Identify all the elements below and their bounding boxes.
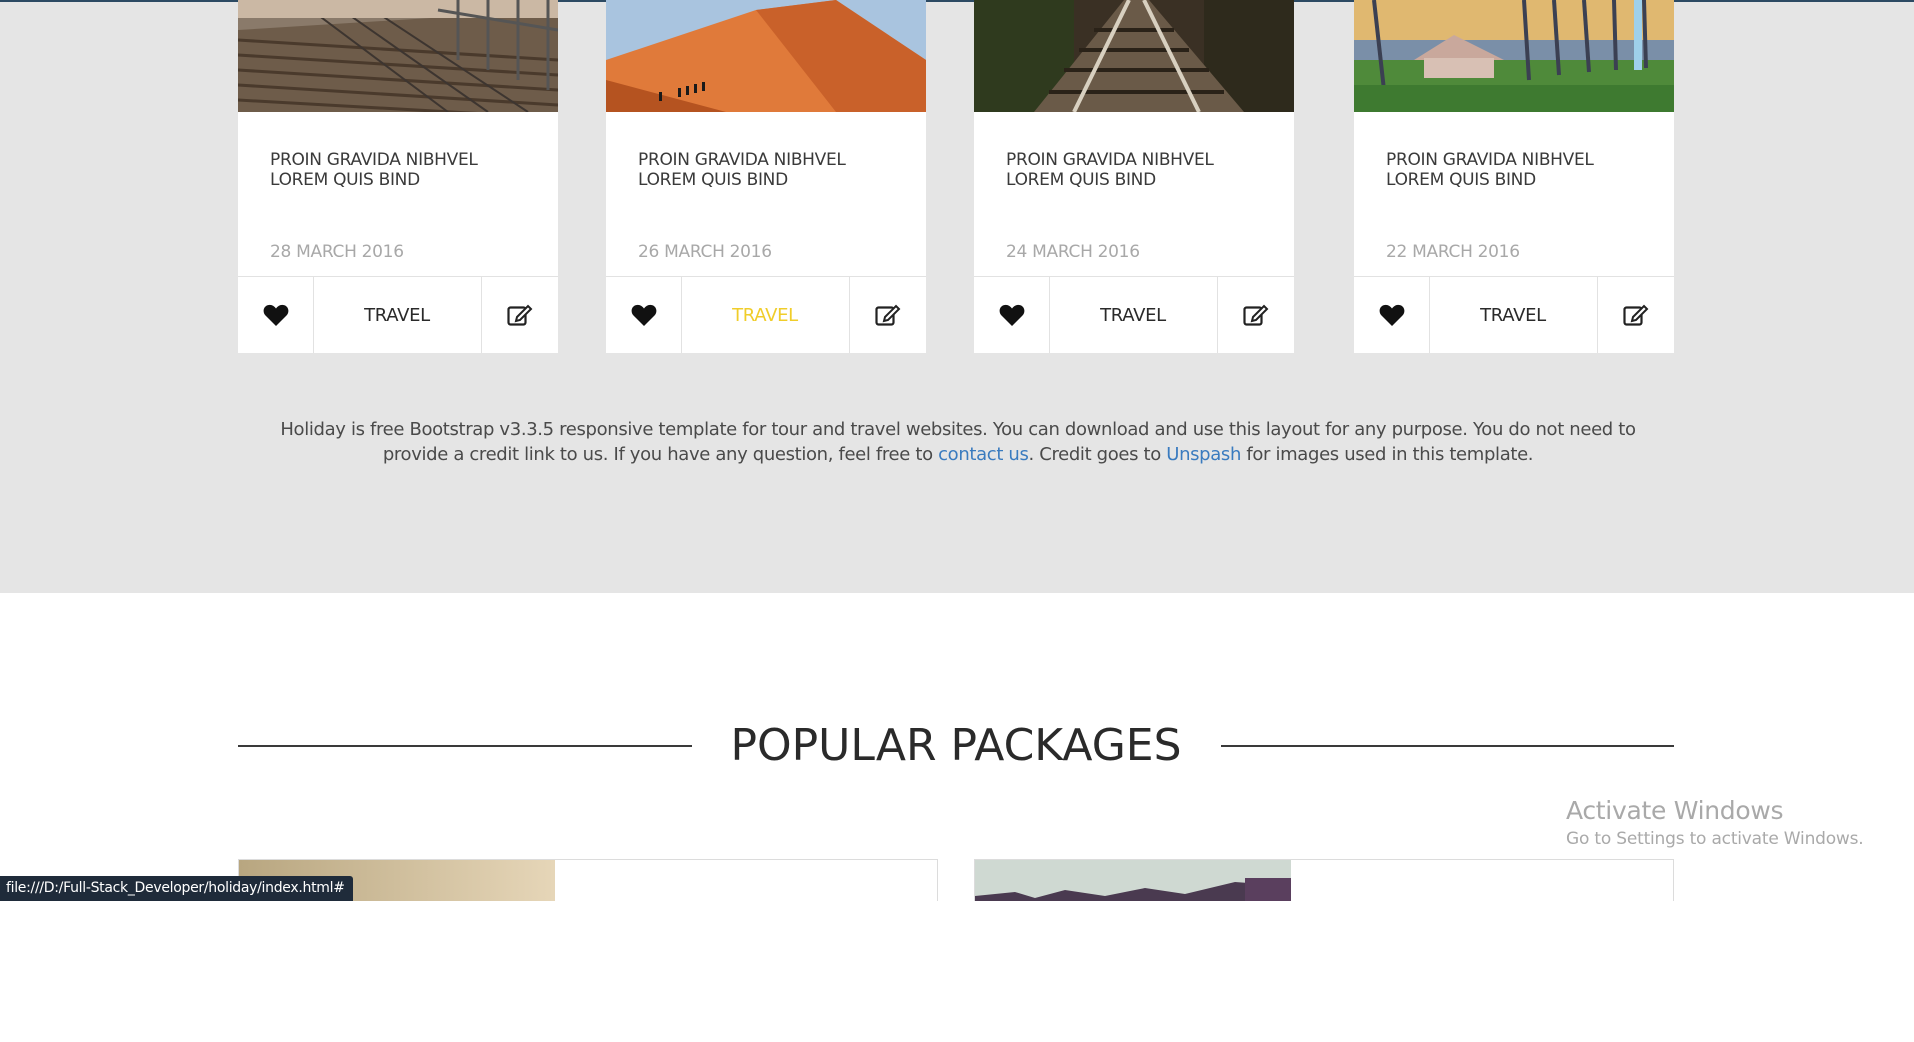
about-text-3: for images used in this template. xyxy=(1241,444,1534,465)
like-button[interactable] xyxy=(238,277,314,353)
post-date: 24 MARCH 2016 xyxy=(1006,242,1140,262)
like-button[interactable] xyxy=(974,277,1050,353)
edit-icon xyxy=(874,304,900,326)
edit-icon xyxy=(1242,304,1268,326)
heading-rule-right xyxy=(1221,745,1674,747)
post-actions: TRAVEL xyxy=(238,276,558,353)
heart-icon xyxy=(631,304,656,326)
post-date: 28 MARCH 2016 xyxy=(270,242,404,262)
about-text: Holiday is free Bootstrap v3.3.5 respons… xyxy=(270,417,1646,467)
category-link[interactable]: TRAVEL xyxy=(681,277,850,353)
blog-image-railway[interactable] xyxy=(974,0,1294,112)
post-actions: TRAVEL xyxy=(606,276,926,353)
about-text-2: . Credit goes to xyxy=(1028,444,1167,465)
blog-image-trees[interactable] xyxy=(1354,0,1674,112)
blog-card: PROIN GRAVIDA NIBHVEL LOREM QUIS BIND 28… xyxy=(238,0,558,353)
unsplash-link[interactable]: Unspash xyxy=(1166,444,1241,465)
post-actions: TRAVEL xyxy=(1354,276,1674,353)
contact-link[interactable]: contact us xyxy=(938,444,1029,465)
edit-icon xyxy=(506,304,532,326)
edit-button[interactable] xyxy=(849,277,926,353)
post-title[interactable]: PROIN GRAVIDA NIBHVEL LOREM QUIS BIND xyxy=(1006,150,1266,190)
blog-image-desert[interactable] xyxy=(606,0,926,112)
category-link[interactable]: TRAVEL xyxy=(1429,277,1598,353)
blog-card: PROIN GRAVIDA NIBHVEL LOREM QUIS BIND 22… xyxy=(1354,0,1674,353)
like-button[interactable] xyxy=(1354,277,1430,353)
blog-card: PROIN GRAVIDA NIBHVEL LOREM QUIS BIND 26… xyxy=(606,0,926,353)
status-bar-url: file:///D:/Full-Stack_Developer/holiday/… xyxy=(0,876,353,901)
post-title[interactable]: PROIN GRAVIDA NIBHVEL LOREM QUIS BIND xyxy=(270,150,530,190)
post-date: 22 MARCH 2016 xyxy=(1386,242,1520,262)
heart-icon xyxy=(263,304,288,326)
blog-card: PROIN GRAVIDA NIBHVEL LOREM QUIS BIND 24… xyxy=(974,0,1294,353)
post-title[interactable]: PROIN GRAVIDA NIBHVEL LOREM QUIS BIND xyxy=(638,150,898,190)
heart-icon xyxy=(1379,304,1404,326)
edit-icon xyxy=(1622,304,1648,326)
activation-title: Activate Windows xyxy=(1566,796,1784,825)
post-actions: TRAVEL xyxy=(974,276,1294,353)
activation-subtitle: Go to Settings to activate Windows. xyxy=(1566,829,1864,849)
edit-button[interactable] xyxy=(1597,277,1674,353)
blog-image-boardwalk[interactable] xyxy=(238,0,558,112)
package-card[interactable] xyxy=(974,859,1674,901)
packages-heading: POPULAR PACKAGES xyxy=(238,718,1674,774)
edit-button[interactable] xyxy=(481,277,558,353)
post-title[interactable]: PROIN GRAVIDA NIBHVEL LOREM QUIS BIND xyxy=(1386,150,1646,190)
category-link[interactable]: TRAVEL xyxy=(1049,277,1218,353)
category-link[interactable]: TRAVEL xyxy=(313,277,482,353)
package-image[interactable] xyxy=(975,860,1291,901)
like-button[interactable] xyxy=(606,277,682,353)
heart-icon xyxy=(999,304,1024,326)
edit-button[interactable] xyxy=(1217,277,1294,353)
windows-activation-notice: Activate Windows Go to Settings to activ… xyxy=(1566,795,1864,851)
post-date: 26 MARCH 2016 xyxy=(638,242,772,262)
